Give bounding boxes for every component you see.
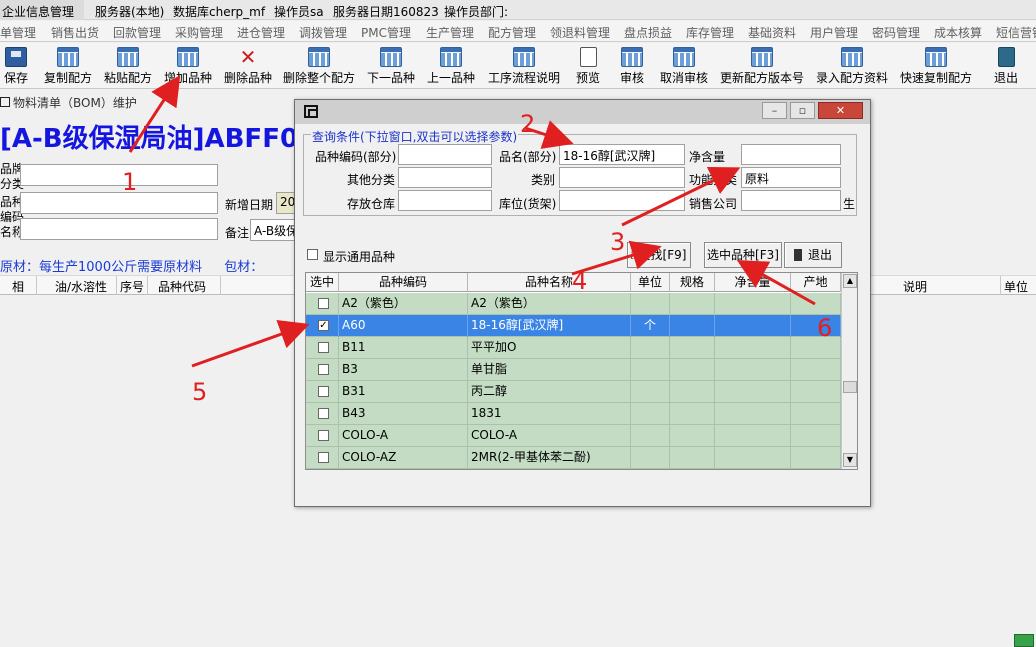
annotation-3: 3 (610, 228, 626, 256)
annotation-6: 6 (817, 314, 833, 342)
annotation-arrows (128, 74, 816, 368)
annotation-1: 1 (122, 168, 138, 196)
arrow-5 (191, 319, 310, 368)
arrow-6 (736, 260, 816, 306)
annotation-5: 5 (192, 378, 208, 406)
arrow-1 (128, 74, 181, 153)
annotation-2: 2 (520, 110, 536, 138)
arrow-3 (621, 167, 741, 227)
annotation-4: 4 (572, 267, 588, 295)
